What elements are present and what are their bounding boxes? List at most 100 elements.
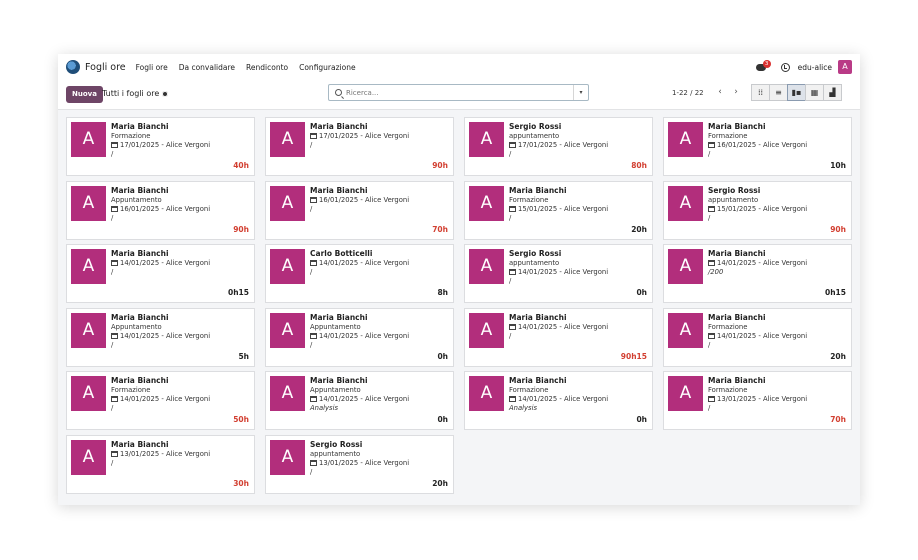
- description: /: [111, 341, 114, 349]
- date-line: 17/01/2025 - Alice Vergoni: [111, 141, 210, 149]
- timesheet-card[interactable]: A Maria Bianchi Appuntamento 14/01/2025 - A…: [265, 308, 454, 367]
- timesheet-card[interactable]: A Maria Bianchi Appuntamento 14/01/2025 - A…: [66, 308, 255, 367]
- timesheet-card[interactable]: A Maria Bianchi 14/01/2025 - Alice Vergoni…: [663, 244, 852, 303]
- date-text: 14/01/2025 - Alice Vergoni: [518, 395, 609, 403]
- avatar: A: [71, 376, 106, 411]
- date-line: 14/01/2025 - Alice Vergoni: [111, 332, 210, 340]
- employee-name: Sergio Rossi: [509, 122, 562, 131]
- hours-value: 20h: [432, 479, 448, 488]
- menu-rendiconto[interactable]: Rendiconto: [246, 63, 288, 72]
- date-line: 16/01/2025 - Alice Vergoni: [111, 205, 210, 213]
- date-text: 14/01/2025 - Alice Vergoni: [120, 395, 211, 403]
- date-line: 16/01/2025 - Alice Vergoni: [708, 141, 807, 149]
- employee-name: Carlo Botticelli: [310, 249, 373, 258]
- timesheet-card[interactable]: A Maria Bianchi 13/01/2025 - Alice Vergoni…: [66, 435, 255, 494]
- activity-type: Appuntamento: [111, 196, 162, 204]
- employee-name: Maria Bianchi: [310, 313, 368, 322]
- calendar-icon: [509, 206, 516, 212]
- date-line: 14/01/2025 - Alice Vergoni: [509, 395, 608, 403]
- hours-value: 0h15: [825, 288, 846, 297]
- timesheet-card[interactable]: A Sergio Rossi appuntamento 14/01/2025 - Al…: [464, 244, 653, 303]
- timesheet-card[interactable]: A Maria Bianchi 14/01/2025 - Alice Vergoni…: [66, 244, 255, 303]
- employee-name: Maria Bianchi: [708, 249, 766, 258]
- timesheet-card[interactable]: A Maria Bianchi Formazione 17/01/2025 - Ali…: [66, 117, 255, 176]
- activity-type: Formazione: [509, 196, 549, 204]
- activity-type: appuntamento: [708, 196, 759, 204]
- description: Analysis: [509, 404, 538, 412]
- calendar-icon: [310, 260, 317, 266]
- avatar: A: [270, 186, 305, 221]
- date-line: 14/01/2025 - Alice Vergoni: [111, 395, 210, 403]
- user-avatar[interactable]: A: [838, 60, 852, 74]
- date-line: 13/01/2025 - Alice Vergoni: [708, 395, 807, 403]
- timesheet-card[interactable]: A Maria Bianchi Formazione 14/01/2025 - Ali…: [464, 371, 653, 430]
- description: /: [708, 404, 711, 412]
- timesheet-card[interactable]: A Maria Bianchi Appuntamento 16/01/2025 - A…: [66, 181, 255, 240]
- date-line: 15/01/2025 - Alice Vergoni: [708, 205, 807, 213]
- avatar: A: [469, 249, 504, 284]
- hours-value: 30h: [233, 479, 249, 488]
- activity-type: appuntamento: [509, 259, 560, 267]
- avatar: A: [469, 122, 504, 157]
- menu-configurazione[interactable]: Configurazione: [299, 63, 355, 72]
- calendar-icon: [708, 396, 715, 402]
- avatar: A: [469, 186, 504, 221]
- new-button[interactable]: Nuova: [66, 86, 103, 103]
- avatar: A: [71, 122, 106, 157]
- date-line: 14/01/2025 - Alice Vergoni: [509, 323, 608, 331]
- calendar-icon: [111, 260, 118, 266]
- employee-name: Maria Bianchi: [509, 376, 567, 385]
- grid-view-icon[interactable]: ⁞⁞: [751, 84, 770, 101]
- timesheet-card[interactable]: A Maria Bianchi Formazione 13/01/2025 - Ali…: [663, 371, 852, 430]
- activity-type: Formazione: [111, 386, 151, 394]
- timesheet-card[interactable]: A Sergio Rossi appuntamento 17/01/2025 - Al…: [464, 117, 653, 176]
- timesheet-card[interactable]: A Maria Bianchi 14/01/2025 - Alice Vergoni…: [464, 308, 653, 367]
- list-view-icon[interactable]: ≡: [769, 84, 788, 101]
- timesheet-card[interactable]: A Maria Bianchi 17/01/2025 - Alice Vergoni…: [265, 117, 454, 176]
- hours-value: 0h: [636, 415, 647, 424]
- activity-type: Appuntamento: [111, 323, 162, 331]
- app-title[interactable]: Fogli ore: [85, 62, 126, 73]
- timesheet-card[interactable]: A Maria Bianchi Formazione 14/01/2025 - Ali…: [663, 308, 852, 367]
- timesheet-card[interactable]: A Maria Bianchi 16/01/2025 - Alice Vergoni…: [265, 181, 454, 240]
- chevron-down-icon[interactable]: ▾: [573, 85, 588, 100]
- menu-da-convalidare[interactable]: Da convalidare: [179, 63, 235, 72]
- timesheet-card[interactable]: A Maria Bianchi Formazione 14/01/2025 - Ali…: [66, 371, 255, 430]
- date-text: 14/01/2025 - Alice Vergoni: [319, 259, 410, 267]
- timesheet-card[interactable]: A Sergio Rossi appuntamento 13/01/2025 - Al…: [265, 435, 454, 494]
- hours-value: 80h: [631, 161, 647, 170]
- activity-type: Formazione: [509, 386, 549, 394]
- menu-fogli-ore[interactable]: Fogli ore: [136, 63, 168, 72]
- timesheet-card[interactable]: A Maria Bianchi Formazione 16/01/2025 - Ali…: [663, 117, 852, 176]
- employee-name: Sergio Rossi: [708, 186, 761, 195]
- calendar-icon: [708, 260, 715, 266]
- avatar: A: [71, 186, 106, 221]
- pager-prev-button[interactable]: ‹: [713, 84, 727, 101]
- search-input[interactable]: [346, 88, 566, 97]
- chat-icon[interactable]: 3: [755, 59, 771, 73]
- timesheet-card[interactable]: A Sergio Rossi appuntamento 15/01/2025 - Al…: [663, 181, 852, 240]
- user-name[interactable]: edu-alice: [798, 63, 832, 72]
- calendar-icon: [708, 142, 715, 148]
- timesheet-card[interactable]: A Maria Bianchi Appuntamento 14/01/2025 - A…: [265, 371, 454, 430]
- timesheet-card[interactable]: A Carlo Botticelli 14/01/2025 - Alice Verg…: [265, 244, 454, 303]
- graph-view-icon[interactable]: ▟: [823, 84, 842, 101]
- gear-icon[interactable]: [162, 90, 169, 97]
- pager-next-button[interactable]: ›: [729, 84, 743, 101]
- avatar: A: [270, 313, 305, 348]
- date-text: 17/01/2025 - Alice Vergoni: [518, 141, 609, 149]
- employee-name: Maria Bianchi: [310, 186, 368, 195]
- pager-value[interactable]: 1-22 / 22: [672, 89, 704, 97]
- activity-type: Formazione: [708, 132, 748, 140]
- date-text: 17/01/2025 - Alice Vergoni: [120, 141, 211, 149]
- pivot-view-icon[interactable]: ▦: [805, 84, 824, 101]
- employee-name: Maria Bianchi: [111, 376, 169, 385]
- app-logo-icon[interactable]: [66, 60, 80, 74]
- date-text: 14/01/2025 - Alice Vergoni: [717, 332, 808, 340]
- timesheet-card[interactable]: A Maria Bianchi Formazione 15/01/2025 - Ali…: [464, 181, 653, 240]
- activity-type: Formazione: [111, 132, 151, 140]
- employee-name: Sergio Rossi: [310, 440, 363, 449]
- clock-icon[interactable]: [780, 62, 790, 72]
- employee-name: Maria Bianchi: [310, 376, 368, 385]
- kanban-view-icon[interactable]: ▮▪: [787, 84, 806, 101]
